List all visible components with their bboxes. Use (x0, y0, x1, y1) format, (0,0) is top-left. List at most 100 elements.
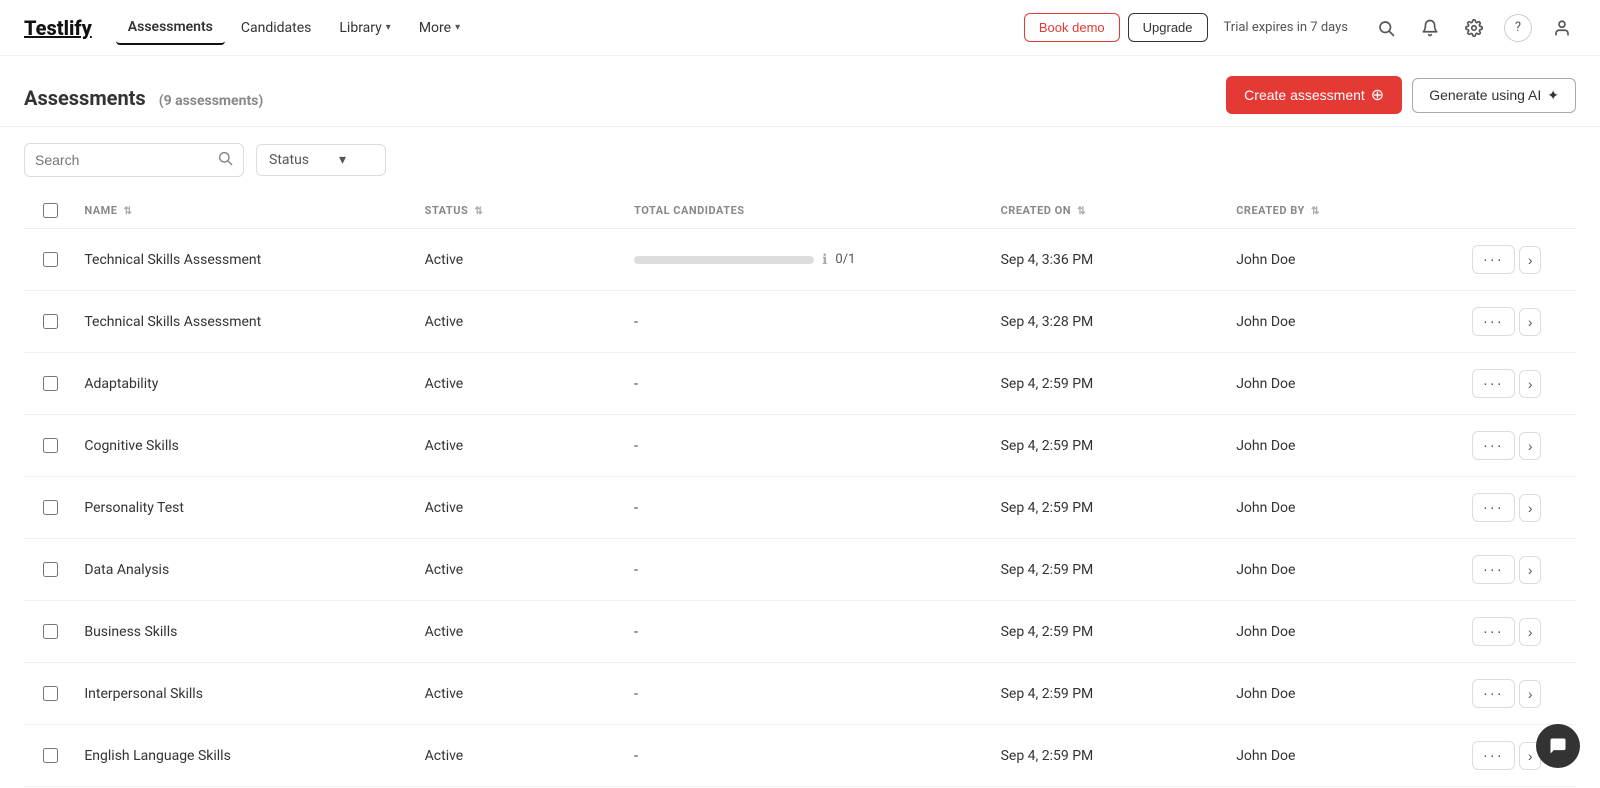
name-sort-icon[interactable]: ⇅ (124, 206, 133, 217)
created-on: Sep 4, 2:59 PM (993, 601, 1229, 663)
row-open-button[interactable]: › (1519, 680, 1542, 708)
row-more-button[interactable]: ··· (1472, 431, 1515, 460)
more-chevron-icon: ▾ (455, 22, 460, 33)
table-row: Technical Skills AssessmentActive-Sep 4,… (24, 291, 1576, 353)
row-more-button[interactable]: ··· (1472, 307, 1515, 336)
assessments-table: NAME ⇅ STATUS ⇅ TOTAL CANDIDATES CREATED… (24, 193, 1576, 787)
created-by: John Doe (1228, 353, 1464, 415)
nav-item-assessments[interactable]: Assessments (116, 11, 225, 45)
row-actions: ··· › (1464, 415, 1576, 477)
row-checkbox-5[interactable] (43, 562, 58, 577)
nav-item-more[interactable]: More ▾ (407, 12, 472, 44)
chat-bubble[interactable] (1536, 724, 1580, 768)
row-open-button[interactable]: › (1519, 432, 1542, 460)
table-row: Business SkillsActive-Sep 4, 2:59 PMJohn… (24, 601, 1576, 663)
status-dropdown[interactable]: Status ▾ (256, 144, 386, 176)
row-checkbox-6[interactable] (43, 624, 58, 639)
assessment-name: Interpersonal Skills (76, 663, 416, 725)
search-box[interactable] (24, 143, 244, 177)
row-actions: ··· › (1464, 663, 1576, 725)
assessment-status: Active (417, 725, 626, 787)
created-on-sort-icon[interactable]: ⇅ (1077, 206, 1086, 217)
row-checkbox-8[interactable] (43, 748, 58, 763)
settings-icon[interactable] (1460, 14, 1488, 42)
brand-logo[interactable]: Testlify (24, 16, 92, 40)
page-title: Assessments (9 assessments) (24, 79, 263, 112)
row-open-button[interactable]: › (1519, 494, 1542, 522)
row-more-button[interactable]: ··· (1472, 679, 1515, 708)
created-by: John Doe (1228, 725, 1464, 787)
total-candidates: - (626, 477, 993, 539)
page-header: Assessments (9 assessments) Create asses… (0, 56, 1600, 127)
created-on: Sep 4, 2:59 PM (993, 663, 1229, 725)
library-chevron-icon: ▾ (386, 22, 391, 33)
row-checkbox-4[interactable] (43, 500, 58, 515)
select-all-checkbox[interactable] (43, 203, 58, 218)
assessment-name: Business Skills (76, 601, 416, 663)
row-actions: ··· › (1464, 539, 1576, 601)
assessment-name: Personality Test (76, 477, 416, 539)
table-row: AdaptabilityActive-Sep 4, 2:59 PMJohn Do… (24, 353, 1576, 415)
created-by: John Doe (1228, 291, 1464, 353)
row-checkbox-3[interactable] (43, 438, 58, 453)
row-more-button[interactable]: ··· (1472, 617, 1515, 646)
search-icon[interactable] (1372, 14, 1400, 42)
status-sort-icon[interactable]: ⇅ (475, 206, 484, 217)
created-by-sort-icon[interactable]: ⇅ (1311, 206, 1320, 217)
row-checkbox-1[interactable] (43, 314, 58, 329)
created-by: John Doe (1228, 539, 1464, 601)
create-assessment-button[interactable]: Create assessment ⊕ (1226, 76, 1402, 114)
table-row: Personality TestActive-Sep 4, 2:59 PMJoh… (24, 477, 1576, 539)
total-candidates: - (626, 353, 993, 415)
user-icon[interactable] (1548, 14, 1576, 42)
total-candidates: - (626, 725, 993, 787)
status-chevron-icon: ▾ (339, 152, 346, 168)
row-open-button[interactable]: › (1519, 370, 1542, 398)
nav-items: Assessments Candidates Library ▾ More ▾ (116, 11, 472, 45)
assessment-count: (9 assessments) (159, 93, 264, 109)
row-more-button[interactable]: ··· (1472, 555, 1515, 584)
row-more-button[interactable]: ··· (1472, 741, 1515, 770)
help-icon[interactable]: ? (1504, 14, 1532, 42)
row-actions: ··· › (1464, 477, 1576, 539)
bell-icon[interactable] (1416, 14, 1444, 42)
filters-row: Status ▾ (0, 127, 1600, 193)
ai-sparkle-icon: ✦ (1547, 87, 1559, 104)
row-actions: ··· › (1464, 601, 1576, 663)
row-open-button[interactable]: › (1519, 556, 1542, 584)
table-row: Data AnalysisActive-Sep 4, 2:59 PMJohn D… (24, 539, 1576, 601)
total-candidates: - (626, 601, 993, 663)
col-header-candidates: TOTAL CANDIDATES (626, 193, 993, 229)
assessment-name: Data Analysis (76, 539, 416, 601)
total-candidates: - (626, 415, 993, 477)
assessment-status: Active (417, 477, 626, 539)
row-checkbox-0[interactable] (43, 252, 58, 267)
assessment-status: Active (417, 229, 626, 291)
row-open-button[interactable]: › (1519, 246, 1542, 274)
nav-item-candidates[interactable]: Candidates (229, 12, 324, 44)
progress-info-icon[interactable]: ℹ (822, 252, 827, 268)
book-demo-button[interactable]: Book demo (1024, 13, 1120, 42)
col-header-actions (1464, 193, 1576, 229)
total-candidates: ℹ 0/1 (626, 229, 993, 291)
assessment-status: Active (417, 539, 626, 601)
nav-item-library[interactable]: Library ▾ (327, 12, 402, 44)
row-open-button[interactable]: › (1519, 618, 1542, 646)
row-open-button[interactable]: › (1519, 308, 1542, 336)
row-more-button[interactable]: ··· (1472, 493, 1515, 522)
generate-ai-button[interactable]: Generate using AI ✦ (1412, 78, 1576, 113)
created-on: Sep 4, 2:59 PM (993, 353, 1229, 415)
row-checkbox-2[interactable] (43, 376, 58, 391)
plus-icon: ⊕ (1371, 85, 1384, 105)
created-by: John Doe (1228, 415, 1464, 477)
row-actions: ··· › (1464, 353, 1576, 415)
row-checkbox-7[interactable] (43, 686, 58, 701)
created-by: John Doe (1228, 477, 1464, 539)
assessment-name: Cognitive Skills (76, 415, 416, 477)
row-more-button[interactable]: ··· (1472, 369, 1515, 398)
upgrade-button[interactable]: Upgrade (1128, 13, 1208, 42)
assessment-status: Active (417, 415, 626, 477)
row-more-button[interactable]: ··· (1472, 245, 1515, 274)
assessment-status: Active (417, 663, 626, 725)
search-input[interactable] (35, 152, 209, 168)
